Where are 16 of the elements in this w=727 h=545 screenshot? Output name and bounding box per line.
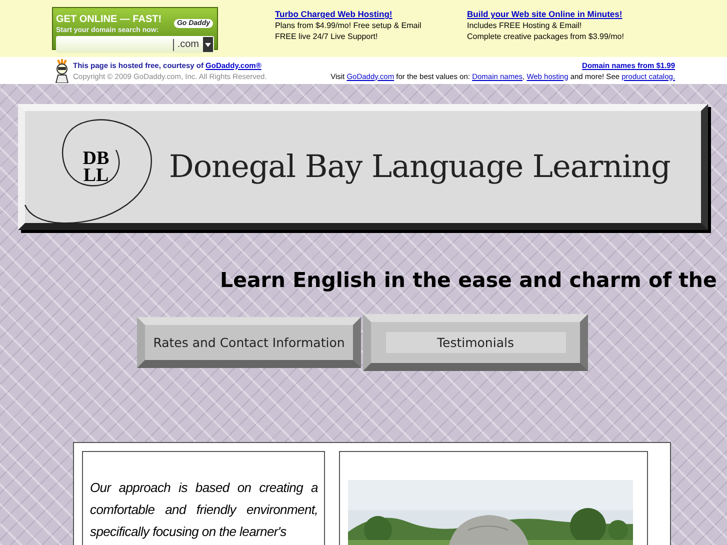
nav-button[interactable]: Rates and Contact Information (137, 317, 361, 368)
nav-button[interactable]: Testimonials (363, 314, 588, 371)
ad-link[interactable]: Turbo Charged Web Hosting! (275, 9, 392, 19)
widget-headline: GET ONLINE — FAST! (56, 14, 162, 26)
ad-link[interactable]: Build your Web site Online in Minutes! (467, 9, 622, 19)
ad-text: Plans from $4.99/mo! Free setup & Email (275, 20, 422, 31)
mascot-icon (53, 58, 71, 83)
ad-text: Complete creative packages from $3.99/mo! (467, 31, 624, 42)
dropdown-icon[interactable] (205, 42, 211, 46)
page-heading: Learn English in the ease and charm of the (220, 268, 718, 292)
monogram: DB LL (82, 150, 110, 184)
ad-text: FREE live 24/7 Live Support! (275, 31, 379, 42)
intro-paragraph: Our approach is based on creating a comfortable and friendly environment, specifically focusing on the learner's (90, 479, 318, 541)
domain-field[interactable]: .com (56, 36, 214, 53)
logo-title: Donegal Bay Language Learning (169, 149, 670, 185)
ad-text: Includes FREE Hosting & Email! (467, 20, 583, 31)
